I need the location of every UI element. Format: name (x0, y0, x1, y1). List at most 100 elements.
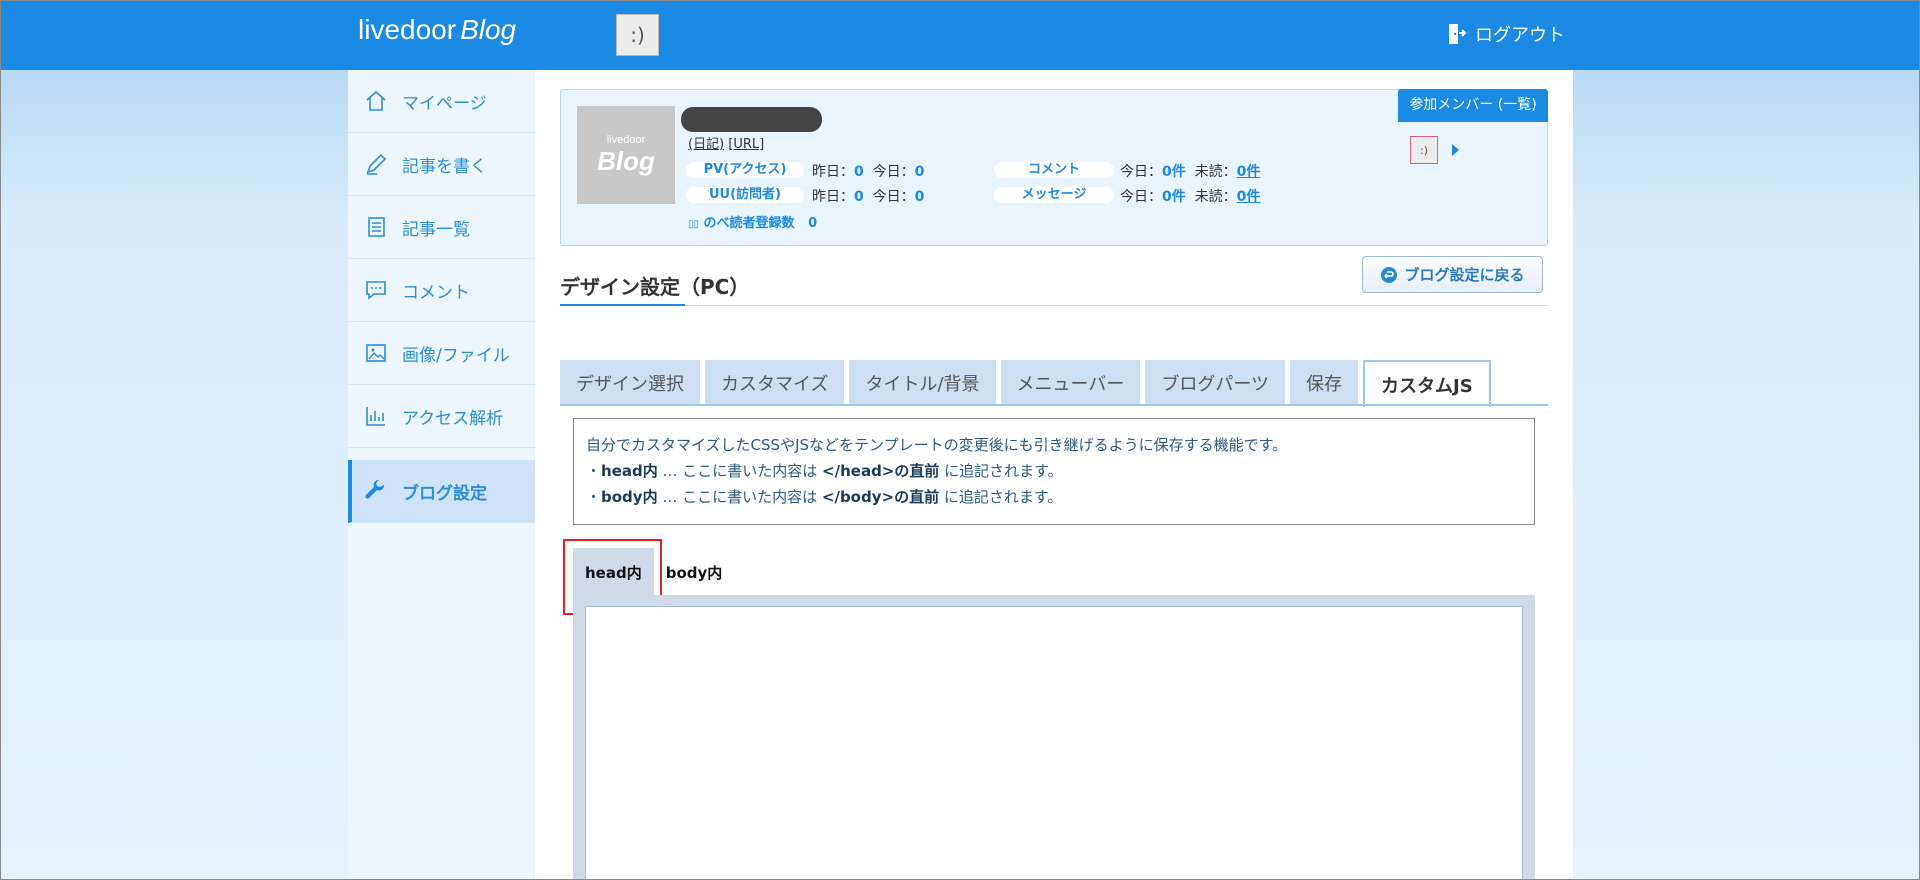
body-target: </body>の直前 (821, 488, 940, 506)
description-line-1: 自分でカスタマイズしたCSSやJSなどをテンプレートの変更後にも引き継げるように… (586, 436, 1288, 454)
top-header: livedoor Blog :) ログアウト (0, 0, 1920, 70)
sidebar-item-label: 記事を書く (402, 156, 487, 177)
page-title: デザイン設定（PC） (560, 275, 750, 299)
subtab-body[interactable]: body内 (654, 548, 735, 596)
logout-label: ログアウト (1475, 25, 1565, 46)
sidebar-item-images[interactable]: 画像/ファイル (348, 322, 535, 385)
thumb-small-text: livedoor (606, 133, 646, 146)
list-icon (362, 213, 390, 241)
today-label: 今日： (1120, 189, 1162, 205)
desc-text: … ここに書いた内容は (657, 488, 822, 506)
comment-today-value: 0件 (1162, 164, 1186, 180)
message-stats: 今日：0件 未読：0件 (1120, 186, 1260, 206)
pv-label: PV(アクセス) (686, 162, 804, 178)
unread-label: 未読： (1194, 164, 1237, 180)
logout-icon (1449, 24, 1467, 44)
desc-text: に追記されます。 (939, 488, 1063, 506)
desc-text: … ここに書いた内容は (657, 462, 823, 480)
custom-js-description: 自分でカスタマイズしたCSSやJSなどをテンプレートの変更後にも引き継げるように… (573, 418, 1535, 525)
livedoor-blog-logo[interactable]: livedoor Blog (358, 14, 516, 46)
message-unread-link[interactable]: 0件 (1237, 189, 1261, 205)
logo-text: livedoor (358, 14, 457, 45)
pv-yesterday-value: 0 (854, 164, 864, 180)
blog-links: (日記) [URL] (688, 133, 764, 152)
uu-today-value: 0 (914, 189, 925, 205)
message-stat-label: メッセージ (994, 187, 1114, 203)
logo-blog-text: Blog (460, 14, 517, 45)
tab-save[interactable]: 保存 (1290, 360, 1359, 405)
today-label: 今日： (872, 164, 915, 180)
uu-yesterday-value: 0 (854, 189, 864, 205)
tab-customize[interactable]: カスタマイズ (705, 360, 845, 405)
home-icon (362, 87, 390, 115)
member-next-arrow-icon[interactable] (1452, 144, 1459, 156)
sidebar-item-comment[interactable]: コメント (348, 259, 535, 322)
head-code-editor[interactable] (585, 606, 1523, 880)
url-link[interactable]: [URL] (728, 137, 764, 152)
description-line-head: ・head内 … ここに書いた内容は </head>の直前 に追記されます。 (586, 458, 1522, 484)
wrench-icon (362, 477, 390, 505)
sidebar-item-label: ブログ設定 (402, 483, 487, 504)
sidebar-item-label: マイページ (402, 93, 487, 114)
sidebar-item-label: 画像/ファイル (402, 345, 510, 366)
sidebar-item-analytics[interactable]: アクセス解析 (348, 385, 535, 448)
sidebar-item-label: 記事一覧 (402, 219, 470, 240)
sidebar-item-mypage[interactable]: マイページ (348, 70, 535, 133)
pv-stats: 昨日：0 今日：0 (812, 161, 924, 181)
tab-title-background[interactable]: タイトル/背景 (849, 360, 996, 405)
chart-icon (362, 402, 390, 430)
return-icon (1381, 266, 1398, 283)
body-term: body内 (601, 488, 658, 506)
comment-icon (362, 276, 390, 304)
readers-icon: ▯▯ (688, 219, 700, 230)
desc-text: に追記されます。 (939, 462, 1063, 480)
tabs-underline (560, 404, 1548, 406)
user-avatar[interactable]: :) (616, 14, 659, 56)
sidebar-item-write[interactable]: 記事を書く (348, 133, 535, 196)
logout-button[interactable]: ログアウト (1447, 21, 1565, 47)
subtab-head[interactable]: head内 (573, 548, 654, 596)
avatar-face-icon: :) (630, 23, 645, 47)
readers-label: のべ読者登録数 (703, 216, 795, 231)
sidebar-item-blog-settings[interactable]: ブログ設定 (348, 460, 535, 523)
member-avatar[interactable]: :) (1410, 136, 1438, 164)
head-target: </head>の直前 (822, 462, 940, 480)
diary-link[interactable]: (日記) (688, 137, 724, 152)
sidebar-item-label: アクセス解析 (402, 408, 504, 429)
sidebar: マイページ 記事を書く 記事一覧 コメント 画像/ファイル アクセス解析 ブログ… (348, 70, 535, 880)
description-line-body: ・body内 … ここに書いた内容は </body>の直前 に追記されます。 (586, 484, 1522, 510)
pv-today-value: 0 (914, 164, 925, 180)
uu-label: UU(訪問者) (686, 187, 804, 203)
tab-custom-js[interactable]: カスタムJS (1363, 360, 1491, 407)
tab-menubar[interactable]: メニューバー (1000, 360, 1141, 405)
image-icon (362, 339, 390, 367)
tab-design-select[interactable]: デザイン選択 (560, 360, 700, 405)
sidebar-item-label: コメント (402, 282, 470, 303)
thumb-large-text: Blog (597, 145, 655, 176)
tab-blog-parts[interactable]: ブログパーツ (1145, 360, 1286, 405)
message-today-value: 0件 (1162, 189, 1186, 205)
readers-value: 0 (808, 216, 818, 231)
head-term: head内 (601, 462, 658, 480)
sidebar-item-article-list[interactable]: 記事一覧 (348, 196, 535, 259)
pen-icon (362, 150, 390, 178)
code-section-tabs: head内 body内 (573, 548, 734, 596)
comment-stats: 今日：0件 未読：0件 (1120, 161, 1260, 181)
redacted-blog-title (681, 107, 822, 132)
uu-stats: 昨日：0 今日：0 (812, 186, 924, 206)
readers-count: ▯▯ のべ読者登録数 0 (688, 212, 817, 231)
title-accent (560, 304, 685, 306)
bullet: ・ (586, 488, 602, 506)
today-label: 今日： (1120, 164, 1162, 180)
design-tabs: デザイン選択 カスタマイズ タイトル/背景 メニューバー ブログパーツ 保存 カ… (560, 360, 1491, 407)
yesterday-label: 昨日： (812, 189, 854, 205)
yesterday-label: 昨日： (812, 164, 854, 180)
blog-thumbnail[interactable]: livedoor Blog (577, 106, 675, 204)
back-to-blog-settings-button[interactable]: ブログ設定に戻る (1362, 256, 1543, 293)
back-button-label: ブログ設定に戻る (1404, 266, 1525, 284)
bullet: ・ (586, 462, 602, 480)
members-list-button[interactable]: 参加メンバー (一覧) (1398, 89, 1548, 122)
avatar-face-icon: :) (1420, 143, 1428, 157)
title-divider (560, 305, 1548, 306)
comment-unread-link[interactable]: 0件 (1237, 164, 1261, 180)
